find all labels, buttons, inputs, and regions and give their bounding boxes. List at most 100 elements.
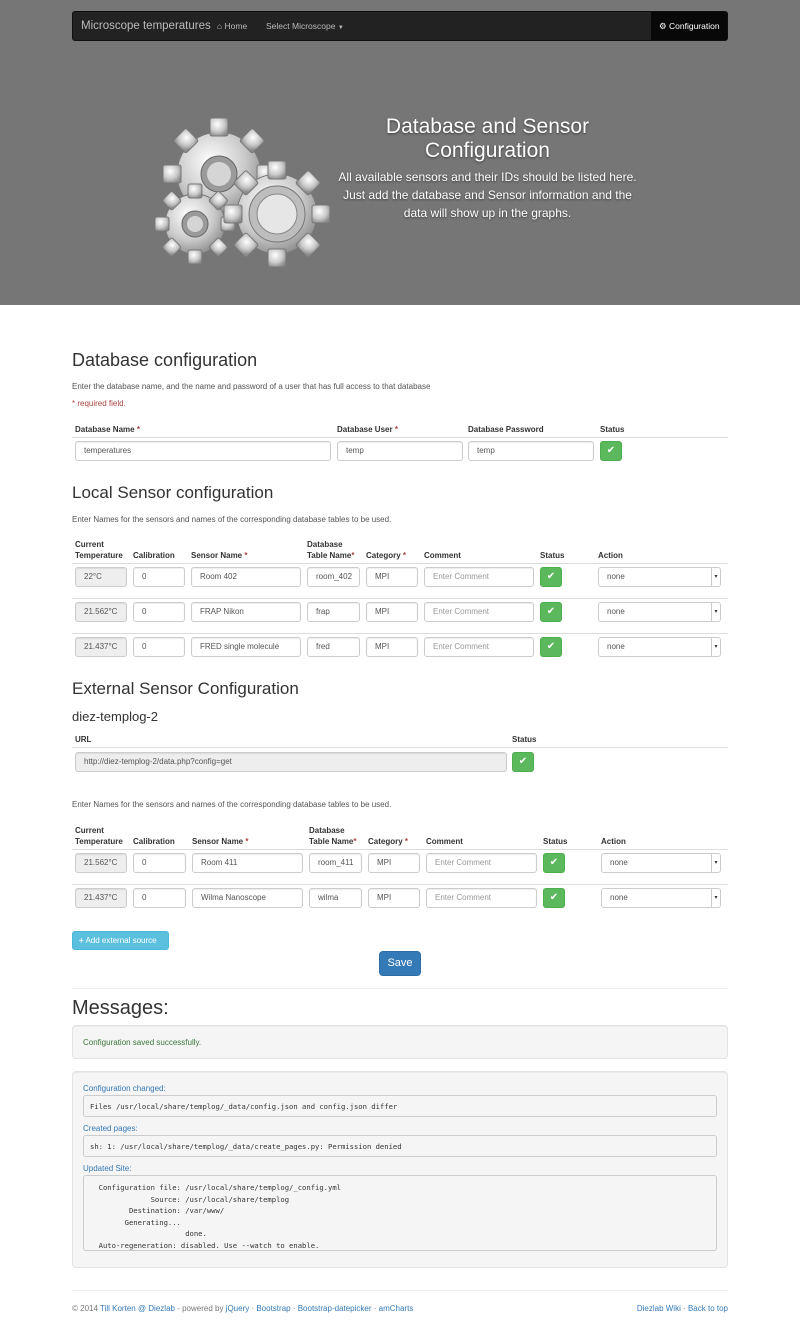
add-external-source-button[interactable]: + Add external source xyxy=(72,931,169,950)
category-input[interactable]: MPI xyxy=(368,888,420,908)
footer-amcharts-link[interactable]: amCharts xyxy=(379,1304,414,1313)
nav-select-microscope-label: Select Microscope xyxy=(266,21,336,31)
external-source-name: diez-templog-2 xyxy=(72,709,158,724)
col-database-name: Database Name * xyxy=(75,425,140,434)
col-category: Category * xyxy=(366,551,407,560)
col-url-status: Status xyxy=(512,735,537,744)
gears-illustration xyxy=(155,117,331,268)
gear-icon: ⚙ xyxy=(659,21,667,31)
nav-home-label: Home xyxy=(224,21,248,31)
comment-input[interactable]: Enter Comment xyxy=(426,853,537,873)
home-icon: ⌂ xyxy=(217,21,223,31)
action-select[interactable]: none ▾ xyxy=(598,567,721,587)
col-calibration: Calibration xyxy=(133,837,175,846)
col-table-name: Database Table Name* xyxy=(309,826,357,846)
navbar-brand[interactable]: Microscope temperatures xyxy=(81,20,211,32)
nav-configuration[interactable]: ⚙ Configuration xyxy=(651,12,727,40)
col-database-user: Database User * xyxy=(337,425,398,434)
database-status-button[interactable]: ✔ xyxy=(600,441,622,461)
table-name-input[interactable]: frap xyxy=(307,602,360,622)
action-select[interactable]: none ▾ xyxy=(598,602,721,622)
success-message: Configuration saved successfully. xyxy=(83,1038,202,1047)
comment-input[interactable]: Enter Comment xyxy=(426,888,537,908)
col-sensor-name: Sensor Name * xyxy=(191,551,248,560)
local-lead: Enter Names for the sensors and names of… xyxy=(72,515,392,524)
category-input[interactable]: MPI xyxy=(366,602,418,622)
category-input[interactable]: MPI xyxy=(368,853,420,873)
calibration-input[interactable]: 0 xyxy=(133,637,185,657)
database-lead: Enter the database name, and the name an… xyxy=(72,382,431,391)
divider xyxy=(72,988,728,989)
footer-separator: · xyxy=(290,1304,298,1313)
hero-title: Database and Sensor Configuration xyxy=(385,115,590,162)
database-user-input[interactable]: temp xyxy=(337,441,463,461)
table-name-input[interactable]: room_402 xyxy=(307,567,360,587)
success-message-box: Configuration saved successfully. xyxy=(72,1025,728,1059)
footer-bootstrap-link[interactable]: Bootstrap xyxy=(256,1304,290,1313)
sensor-status-button[interactable]: ✔ xyxy=(543,888,565,908)
check-icon: ✔ xyxy=(546,571,556,582)
comment-input[interactable]: Enter Comment xyxy=(424,567,534,587)
updated-site-output: Configuration file: /usr/local/share/tem… xyxy=(83,1175,717,1251)
config-changed-label: Configuration changed: xyxy=(83,1084,166,1093)
current-temperature: 21.562°C xyxy=(75,853,127,873)
calibration-input[interactable]: 0 xyxy=(133,567,185,587)
footer-wiki-link[interactable]: Diezlab Wiki xyxy=(637,1304,681,1313)
save-button[interactable]: Save xyxy=(379,951,421,976)
external-url-input[interactable]: http://diez-templog-2/data.php?config=ge… xyxy=(75,752,507,772)
required-note: * required field. xyxy=(72,399,126,408)
sensor-status-button[interactable]: ✔ xyxy=(543,853,565,873)
table-name-input[interactable]: fred xyxy=(307,637,360,657)
current-temperature: 22°C xyxy=(75,567,127,587)
sensor-status-button[interactable]: ✔ xyxy=(540,602,562,622)
divider xyxy=(72,747,728,748)
current-temperature: 21.437°C xyxy=(75,637,127,657)
caret-down-icon: ▼ xyxy=(337,25,344,31)
calibration-input[interactable]: 0 xyxy=(133,853,186,873)
check-icon: ✔ xyxy=(606,445,616,456)
database-name-input[interactable]: temperatures xyxy=(75,441,331,461)
category-input[interactable]: MPI xyxy=(366,637,418,657)
sensor-status-button[interactable]: ✔ xyxy=(540,637,562,657)
col-calibration: Calibration xyxy=(133,551,175,560)
comment-input[interactable]: Enter Comment xyxy=(424,602,534,622)
sensor-name-input[interactable]: Wilma Nanoscope xyxy=(192,888,303,908)
check-icon: ✔ xyxy=(518,756,528,767)
col-url: URL xyxy=(75,735,92,744)
database-password-input[interactable]: temp xyxy=(468,441,594,461)
col-comment: Comment xyxy=(424,551,461,560)
col-status: Status xyxy=(543,837,568,846)
nav-configuration-label: Configuration xyxy=(669,21,720,31)
footer-links: Diezlab Wiki · Back to top xyxy=(637,1304,728,1313)
log-box: Configuration changed: Files /usr/local/… xyxy=(72,1071,728,1268)
footer-author-link[interactable]: Till Korten @ Diezlab xyxy=(100,1304,175,1313)
action-select[interactable]: none ▾ xyxy=(601,888,721,908)
current-temperature: 21.437°C xyxy=(75,888,127,908)
category-input[interactable]: MPI xyxy=(366,567,418,587)
sensor-name-input[interactable]: Room 402 xyxy=(191,567,301,587)
sensor-status-button[interactable]: ✔ xyxy=(540,567,562,587)
action-select[interactable]: none ▾ xyxy=(601,853,721,873)
calibration-input[interactable]: 0 xyxy=(133,888,186,908)
divider xyxy=(72,1290,728,1291)
footer-jquery-link[interactable]: jQuery xyxy=(226,1304,250,1313)
footer-datepicker-link[interactable]: Bootstrap-datepicker xyxy=(298,1304,372,1313)
nav-home[interactable]: ⌂ Home xyxy=(217,21,247,31)
comment-input[interactable]: Enter Comment xyxy=(424,637,534,657)
col-action: Action xyxy=(598,551,623,560)
col-action: Action xyxy=(601,837,626,846)
database-heading: Database configuration xyxy=(72,350,258,370)
nav-select-microscope[interactable]: Select Microscope ▼ xyxy=(266,21,344,31)
sensor-name-input[interactable]: FRAP Nikon xyxy=(191,602,301,622)
divider xyxy=(72,849,728,850)
url-status-button[interactable]: ✔ xyxy=(512,752,534,772)
calibration-input[interactable]: 0 xyxy=(133,602,185,622)
back-to-top-link[interactable]: Back to top xyxy=(688,1304,728,1313)
footer-separator: · xyxy=(680,1304,688,1313)
col-current-temperature: Current Temperature xyxy=(75,826,123,846)
sensor-name-input[interactable]: Room 411 xyxy=(192,853,303,873)
table-name-input[interactable]: room_411 xyxy=(309,853,362,873)
sensor-name-input[interactable]: FRED single molecule xyxy=(191,637,301,657)
table-name-input[interactable]: wilma xyxy=(309,888,362,908)
action-select[interactable]: none ▾ xyxy=(598,637,721,657)
